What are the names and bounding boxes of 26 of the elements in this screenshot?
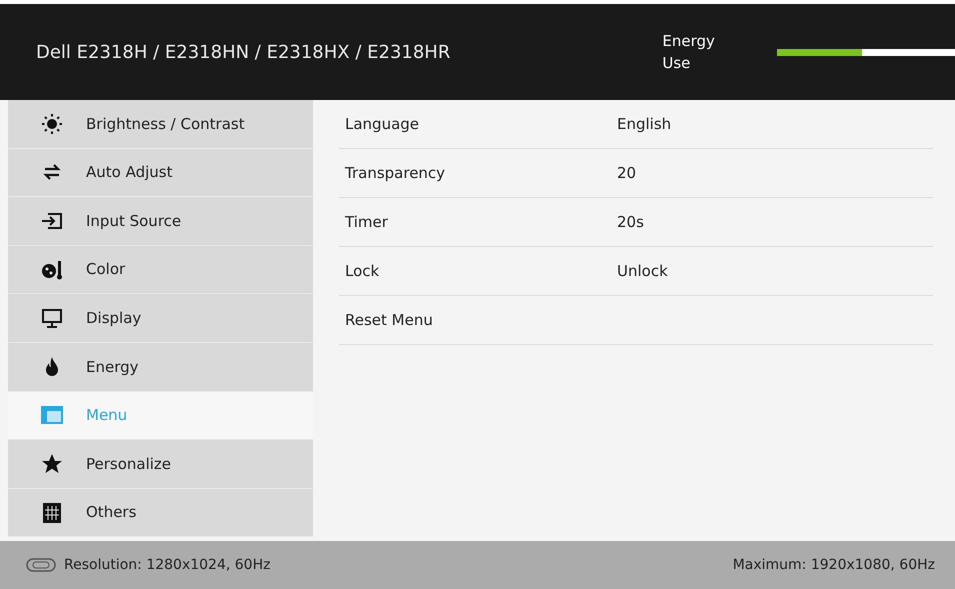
setting-name: Lock	[344, 260, 380, 282]
sidebar-item[interactable]: Others	[8, 488, 313, 538]
maximum-resolution: Maximum: 1920x1080, 60Hz	[732, 556, 935, 574]
setting-name: Language	[344, 114, 420, 135]
setting-name: Reset Menu	[344, 310, 434, 331]
setting-value: 20s	[617, 212, 644, 233]
monitor-model-title: Dell E2318H / E2318HN / E2318HX / E2318HR	[36, 40, 452, 64]
star-icon	[40, 452, 64, 476]
sidebar-item[interactable]: Energy	[8, 342, 313, 392]
sidebar-item[interactable]: Display	[8, 294, 313, 343]
setting-value: 20	[617, 162, 636, 184]
monitor-icon	[40, 306, 64, 330]
setting-name: Timer	[344, 212, 389, 233]
setting-value: English	[617, 114, 672, 135]
sun-icon	[40, 112, 64, 136]
energy-use-label: Energy Use	[662, 30, 716, 74]
sidebar-item[interactable]: Input Source	[8, 197, 313, 246]
grid-icon	[40, 500, 64, 525]
setting-value: Unlock	[617, 260, 668, 282]
current-resolution: Resolution: 1280x1024, 60Hz	[64, 556, 270, 574]
sidebar-item[interactable]: Color	[8, 246, 313, 294]
sidebar-item[interactable]: Auto Adjust	[8, 148, 313, 198]
setting-name: Transparency	[344, 162, 446, 184]
sidebar-item[interactable]: Brightness / Contrast	[8, 100, 313, 149]
sidebar-item[interactable]: Personalize	[8, 440, 313, 489]
connector-icon	[24, 557, 58, 573]
